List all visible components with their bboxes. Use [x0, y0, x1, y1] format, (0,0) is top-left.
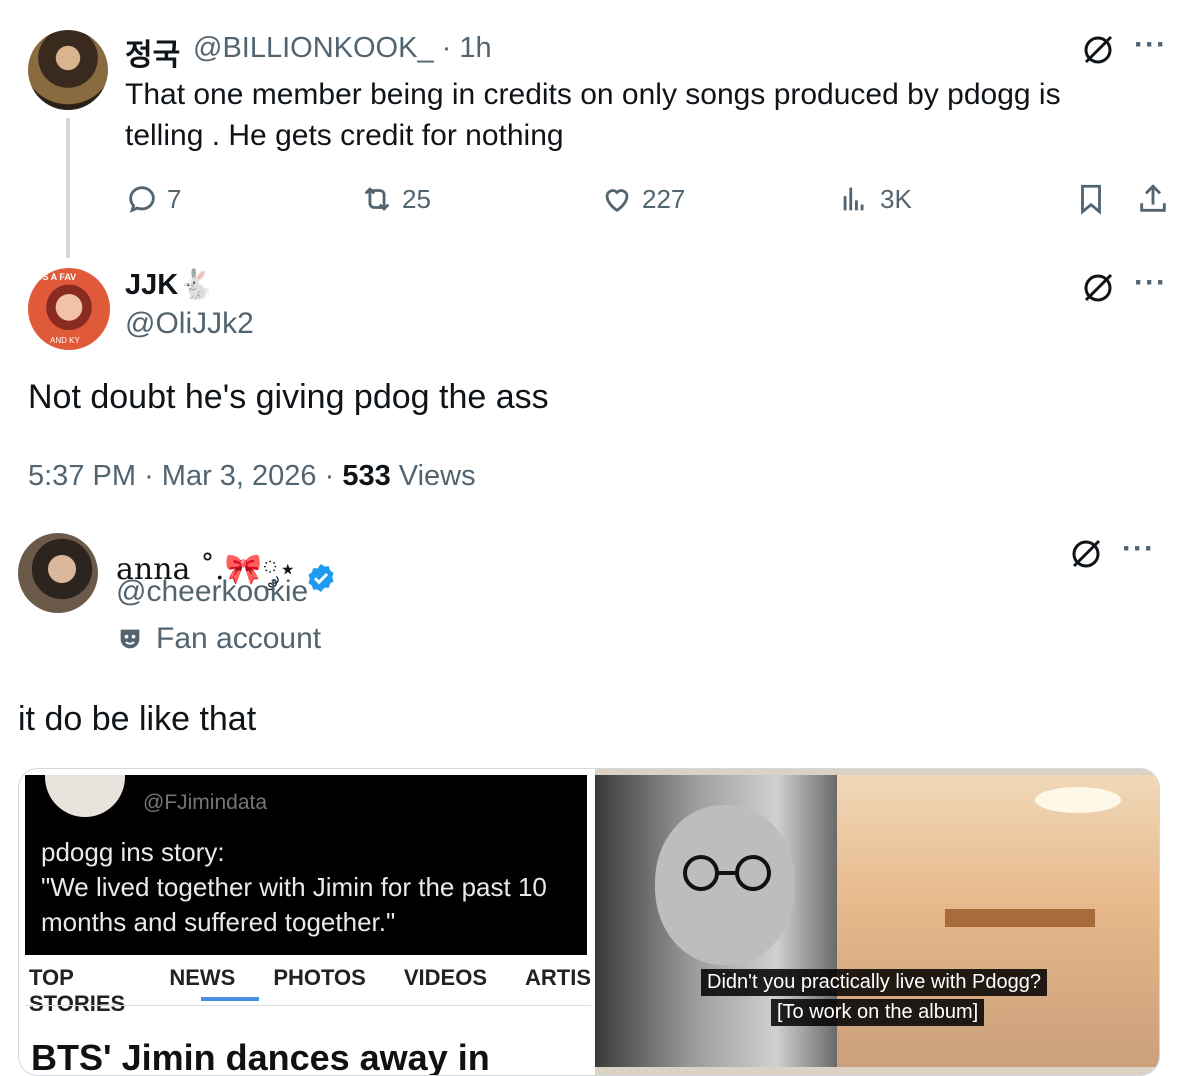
heart-icon [605, 189, 629, 213]
views-count: 3K [880, 183, 912, 214]
display-name-text: JJK [125, 269, 179, 301]
tweet-text: it do be like that [18, 700, 257, 738]
tweet-date[interactable]: Mar 3, 2026 [162, 460, 317, 492]
avatar [45, 775, 125, 817]
news-headline: BTS' Jimin dances away in [31, 1037, 490, 1076]
display-name[interactable]: 정국 [125, 30, 180, 74]
story-text: pdogg ins story: "We lived together with… [41, 837, 547, 937]
handle-and-time: @BILLIONKOOK_ · 1h [193, 32, 492, 65]
avatar-text: US A FAV [36, 272, 77, 282]
avatar[interactable] [28, 30, 108, 110]
bookmark-button[interactable] [1074, 182, 1108, 216]
thread-line [66, 118, 70, 258]
reply-button[interactable]: 7 [125, 182, 181, 216]
reply-count: 7 [167, 183, 182, 214]
share-icon [1140, 184, 1166, 212]
tweet-text: That one member being in credits on only… [125, 78, 1061, 152]
subtitle-line: [To work on the album] [771, 999, 985, 1026]
reply-icon [129, 186, 155, 213]
bookmark-icon [1081, 184, 1101, 215]
views-label: Views [398, 460, 476, 492]
media-attachment[interactable]: @FJimindata pdogg ins story: "We lived t… [18, 768, 1160, 1076]
analytics-icon [838, 182, 872, 216]
handle[interactable]: @OliJJk2 [125, 307, 254, 341]
tab-top-stories: TOP STORIES [29, 965, 126, 1016]
grok-icon[interactable] [1080, 270, 1116, 306]
news-tabs: TOP STORIES NEWS PHOTOS VIDEOS ARTIS [29, 965, 591, 1017]
more-icon[interactable]: ··· [1122, 532, 1155, 566]
timestamp[interactable]: 1h [459, 32, 491, 64]
handle[interactable]: @cheerkookie [116, 575, 308, 609]
tweet-meta: 5:37 PM · Mar 3, 2026 · 533 Views [28, 460, 476, 493]
tab-news: NEWS [169, 965, 236, 990]
verified-badge-icon[interactable] [305, 562, 337, 594]
tweet-time[interactable]: 5:37 PM [28, 460, 136, 492]
avatar[interactable] [18, 533, 98, 613]
active-tab-indicator [201, 997, 259, 1001]
separator-dot: · [324, 460, 343, 492]
glasses [683, 855, 771, 891]
avatar-text: AND KY [50, 336, 80, 345]
tab-videos: VIDEOS [403, 965, 487, 990]
separator-dot: · [144, 460, 162, 492]
grok-icon[interactable] [1080, 32, 1116, 68]
tab-artists: ARTIS [525, 965, 591, 990]
handle[interactable]: @BILLIONKOOK_ [193, 32, 434, 64]
screenshot-dark-panel: @FJimindata pdogg ins story: "We lived t… [25, 775, 587, 955]
separator-dot: · [441, 32, 460, 64]
like-button[interactable]: 227 [600, 182, 685, 216]
mask-icon [120, 629, 140, 649]
like-count: 227 [642, 183, 686, 214]
media-image-left[interactable]: @FJimindata pdogg ins story: "We lived t… [19, 769, 591, 1076]
account-label: Fan account [116, 622, 321, 656]
share-button[interactable] [1136, 182, 1170, 216]
views-button[interactable]: 3K [838, 182, 912, 216]
rabbit-icon: 🐇 [178, 269, 215, 301]
divider [25, 1005, 591, 1006]
views-count: 533 [342, 460, 391, 492]
repost-button[interactable]: 25 [360, 182, 431, 216]
handle: @FJimindata [143, 791, 268, 814]
account-label-text: Fan account [156, 622, 322, 655]
display-name[interactable]: JJK🐇 [125, 268, 214, 302]
dining-table [945, 909, 1095, 927]
more-icon[interactable]: ··· [1134, 28, 1167, 62]
repost-icon [364, 187, 390, 211]
ceiling-lamp [1035, 787, 1121, 813]
tweet-text: Not doubt he's giving pdog the ass [28, 378, 549, 416]
subtitle-line: Didn't you practically live with Pdogg? [701, 969, 1047, 996]
media-image-right[interactable]: Didn't you practically live with Pdogg? … [595, 769, 1159, 1075]
more-icon[interactable]: ··· [1134, 266, 1167, 300]
avatar[interactable]: US A FAV AND KY [28, 268, 110, 350]
repost-count: 25 [402, 183, 431, 214]
tab-photos: PHOTOS [273, 965, 366, 990]
grok-icon[interactable] [1068, 536, 1104, 572]
